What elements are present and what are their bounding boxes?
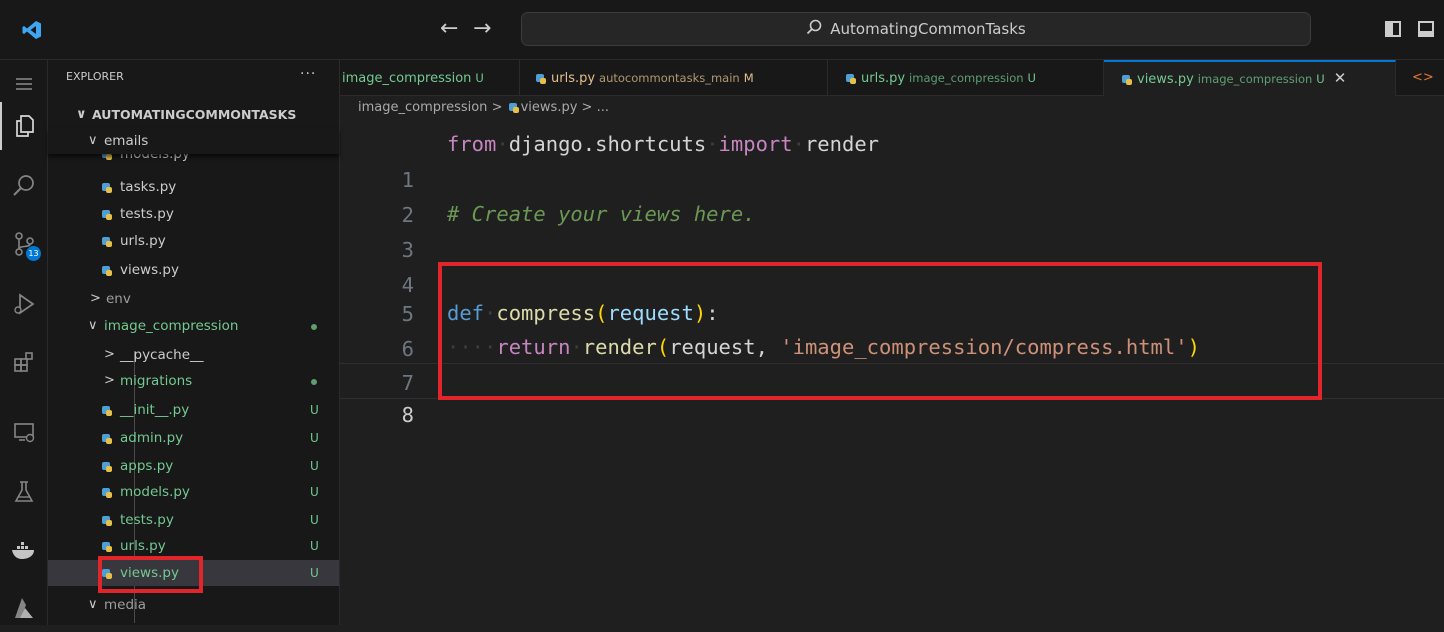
- highlight-box-views-file: [98, 556, 203, 593]
- back-arrow-icon[interactable]: ←: [440, 16, 458, 41]
- python-file-icon: [102, 266, 112, 276]
- python-file-icon: [536, 74, 546, 84]
- breadcrumb: image_compression > views.py > ...: [358, 100, 609, 115]
- close-tab-icon[interactable]: ✕: [1334, 69, 1347, 87]
- source-control-icon[interactable]: 13: [0, 220, 48, 268]
- python-file-icon: [102, 516, 112, 526]
- tab-views-active[interactable]: views.py image_compression U ✕: [1104, 60, 1396, 96]
- tab-image-compression[interactable]: image_compression U: [340, 60, 520, 96]
- file-models[interactable]: models.py U: [48, 479, 339, 505]
- explorer-icon[interactable]: [0, 102, 48, 150]
- python-file-icon: [102, 210, 112, 220]
- python-file-icon: [102, 434, 112, 444]
- chevron-down-icon: ∨: [76, 107, 87, 122]
- tab-urls-main[interactable]: urls.py autocommontasks_main M: [520, 60, 828, 96]
- editor-tab-bar: image_compression U urls.py autocommontask…: [340, 60, 1444, 96]
- file-emails-tests[interactable]: tests.py: [48, 201, 339, 227]
- python-file-icon: [508, 103, 519, 113]
- title-bar: ← → AutomatingCommonTasks: [0, 0, 1444, 60]
- code-line-2: 2: [401, 203, 414, 227]
- breadcrumb-separator: >: [581, 100, 593, 115]
- code-line-1: 1 from·django.shortcuts·import·render: [401, 132, 880, 192]
- command-center-text: AutomatingCommonTasks: [830, 20, 1026, 38]
- file-admin[interactable]: admin.py U: [48, 425, 339, 451]
- python-file-icon: [846, 74, 856, 84]
- workspace-root[interactable]: ∨ AUTOMATINGCOMMONTASKS: [48, 102, 339, 128]
- python-file-icon: [102, 406, 112, 416]
- run-debug-icon[interactable]: [0, 280, 48, 328]
- folder-emails[interactable]: ∨ emails: [48, 128, 339, 154]
- docker-icon[interactable]: [0, 526, 48, 574]
- breadcrumb-folder[interactable]: image_compression: [358, 100, 487, 115]
- python-file-icon: [102, 542, 112, 552]
- extensions-icon[interactable]: [0, 338, 48, 386]
- html-file-icon: <>: [1412, 70, 1434, 85]
- highlight-box-code: [438, 262, 1322, 400]
- explorer-sidebar: EXPLORER ··· ∨ AUTOMATINGCOMMONTASKS ∨ e…: [48, 60, 340, 625]
- activity-bar: 13: [0, 60, 48, 625]
- vscode-logo-icon: [22, 20, 42, 44]
- chevron-right-icon: >: [104, 347, 115, 362]
- python-file-icon: [102, 183, 112, 193]
- more-actions-icon[interactable]: ···: [300, 66, 316, 82]
- git-dot-icon: [311, 379, 317, 385]
- file-emails-views[interactable]: views.py: [48, 257, 339, 283]
- code-line-3: 3 # Create your views here.: [401, 202, 756, 262]
- python-file-icon: [102, 237, 112, 247]
- code-editor[interactable]: 1 from·django.shortcuts·import·render 2 …: [340, 120, 1444, 625]
- chevron-right-icon: >: [90, 291, 101, 306]
- source-control-badge: 13: [26, 246, 41, 261]
- folder-migrations[interactable]: > migrations: [48, 368, 339, 394]
- command-center-search[interactable]: AutomatingCommonTasks: [521, 12, 1311, 46]
- tab-urls-image-compression[interactable]: urls.py image_compression U: [828, 60, 1104, 96]
- toggle-panel-icon[interactable]: [1418, 21, 1434, 37]
- python-file-icon: [102, 462, 112, 472]
- breadcrumb-symbols[interactable]: ...: [597, 100, 609, 115]
- search-icon[interactable]: [0, 162, 48, 210]
- testing-icon[interactable]: [0, 468, 48, 516]
- chevron-down-icon: ∨: [88, 597, 98, 612]
- breadcrumb-separator: >: [491, 100, 503, 115]
- breadcrumb-file[interactable]: views.py: [521, 100, 578, 115]
- python-file-icon: [102, 488, 112, 498]
- explorer-title: EXPLORER: [66, 70, 124, 83]
- git-dot-icon: [311, 324, 317, 330]
- folder-env[interactable]: > env: [48, 286, 339, 312]
- chevron-right-icon: >: [104, 373, 115, 388]
- file-emails-urls[interactable]: urls.py: [48, 228, 339, 254]
- file-emails-tasks[interactable]: tasks.py: [48, 174, 339, 200]
- toggle-primary-sidebar-icon[interactable]: [1385, 21, 1401, 37]
- file-apps[interactable]: apps.py U: [48, 453, 339, 479]
- chevron-down-icon: ∨: [88, 318, 98, 333]
- file-tests[interactable]: tests.py U: [48, 507, 339, 533]
- forward-arrow-icon[interactable]: →: [473, 16, 491, 41]
- file-init[interactable]: __init__.py U: [48, 397, 339, 423]
- folder-media[interactable]: ∨ media: [48, 592, 339, 618]
- folder-pycache[interactable]: > __pycache__: [48, 342, 339, 368]
- folder-image-compression[interactable]: ∨ image_compression: [48, 313, 339, 339]
- python-file-icon: [1122, 75, 1132, 85]
- search-icon: [806, 19, 822, 39]
- chevron-down-icon: ∨: [88, 133, 98, 148]
- remote-explorer-icon[interactable]: [0, 408, 48, 456]
- menu-icon[interactable]: [0, 60, 48, 108]
- tab-html-partial[interactable]: <>: [1396, 60, 1444, 96]
